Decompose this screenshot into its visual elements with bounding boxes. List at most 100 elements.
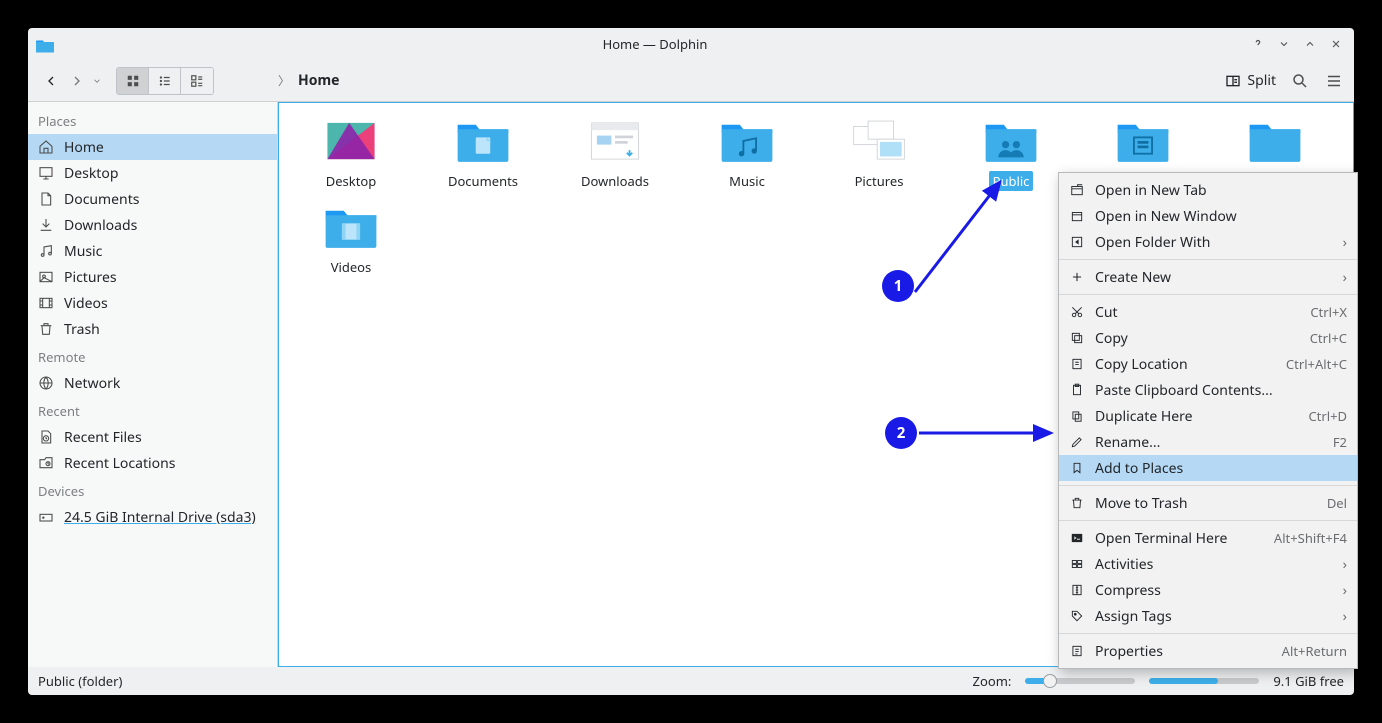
menu-item-compress[interactable]: Compress › — [1059, 577, 1357, 603]
folder-icon — [1246, 117, 1304, 165]
menu-item-open-folder-with[interactable]: Open Folder With› — [1059, 229, 1357, 255]
icon-view-button[interactable] — [117, 68, 149, 94]
menu-shortcut: F2 — [1333, 433, 1347, 451]
sidebar-item-recent-locations[interactable]: Recent Locations — [28, 450, 277, 476]
menu-item-open-in-new-tab[interactable]: Open in New Tab — [1059, 177, 1357, 203]
compact-view-button[interactable] — [149, 68, 181, 94]
sidebar-item-network[interactable]: Network — [28, 370, 277, 396]
desktop-icon — [38, 165, 54, 181]
folder-icon — [982, 117, 1040, 165]
compress-icon — [1069, 582, 1085, 598]
annotation-arrow-1 — [905, 172, 1015, 302]
folder-icon — [1114, 117, 1172, 165]
home-icon — [38, 139, 54, 155]
newtab-icon — [1069, 182, 1085, 198]
nav-buttons — [38, 68, 104, 94]
annotation-badge-1: 1 — [882, 270, 914, 302]
file-label: Pictures — [851, 171, 908, 191]
cut-icon — [1069, 304, 1085, 320]
sidebar-item-pictures[interactable]: Pictures — [28, 264, 277, 290]
annotation-arrow-2 — [917, 424, 1057, 442]
devices-header: Devices — [28, 476, 277, 504]
menu-item-move-to-trash[interactable]: Move to TrashDel — [1059, 490, 1357, 516]
file-label: Music — [725, 171, 769, 191]
chevron-right-icon: › — [1343, 581, 1347, 600]
sidebar-item-recent-files[interactable]: Recent Files — [28, 424, 277, 450]
copy-icon — [1069, 330, 1085, 346]
maximize-button[interactable] — [1300, 34, 1320, 54]
menu-separator — [1059, 259, 1357, 260]
menu-separator — [1059, 520, 1357, 521]
sidebar-item-desktop[interactable]: Desktop — [28, 160, 277, 186]
sidebar-item-documents[interactable]: Documents — [28, 186, 277, 212]
menu-button[interactable] — [1324, 71, 1344, 91]
drive-icon — [38, 509, 54, 525]
menu-item-label: Paste Clipboard Contents... — [1095, 381, 1273, 400]
menu-item-paste-clipboard-contents[interactable]: Paste Clipboard Contents... — [1059, 377, 1357, 403]
sidebar-item-videos[interactable]: Videos — [28, 290, 277, 316]
menu-item-copy[interactable]: CopyCtrl+C — [1059, 325, 1357, 351]
close-button[interactable] — [1326, 34, 1346, 54]
menu-item-activities[interactable]: Activities› — [1059, 551, 1357, 577]
window-title: Home — Dolphin — [62, 35, 1248, 53]
sidebar-item-downloads[interactable]: Downloads — [28, 212, 277, 238]
folder-icon — [454, 117, 512, 165]
file-item-documents[interactable]: Documents — [421, 117, 545, 191]
sidebar-item-trash[interactable]: Trash — [28, 316, 277, 342]
file-item-downloads[interactable]: Downloads — [553, 117, 677, 191]
nav-dropdown[interactable] — [90, 68, 104, 94]
download-icon — [38, 217, 54, 233]
music-icon — [38, 243, 54, 259]
file-label: Downloads — [577, 171, 653, 191]
split-label: Split — [1247, 71, 1276, 90]
app-icon — [36, 37, 54, 51]
folder-icon — [850, 117, 908, 165]
menu-item-create-new[interactable]: Create New› — [1059, 264, 1357, 290]
file-item-videos[interactable]: Videos — [289, 203, 413, 277]
menu-item-open-in-new-window[interactable]: Open in New Window — [1059, 203, 1357, 229]
menu-item-rename[interactable]: Rename...F2 — [1059, 429, 1357, 455]
menu-item-label: Activities — [1095, 555, 1153, 574]
video-icon — [38, 295, 54, 311]
minimize-button[interactable] — [1274, 34, 1294, 54]
toolbar: 〉 Home Split — [28, 60, 1354, 102]
window-controls — [1248, 34, 1346, 54]
sidebar-item-drive[interactable]: 24.5 GiB Internal Drive (sda3) — [28, 504, 277, 530]
menu-item-label: Move to Trash — [1095, 494, 1188, 513]
menu-item-add-to-places[interactable]: Add to Places — [1059, 455, 1357, 481]
file-item-desktop[interactable]: Desktop — [289, 117, 413, 191]
menu-item-label: Open Folder With — [1095, 233, 1210, 252]
menu-item-cut[interactable]: CutCtrl+X — [1059, 299, 1357, 325]
sidebar-item-music[interactable]: Music — [28, 238, 277, 264]
forward-button[interactable] — [64, 68, 90, 94]
toolbar-right: Split — [1225, 71, 1344, 91]
titlebar: Home — Dolphin — [28, 28, 1354, 60]
menu-shortcut: Ctrl+X — [1310, 303, 1347, 321]
search-button[interactable] — [1290, 71, 1310, 91]
sidebar: Places Home Desktop Documents Downloads … — [28, 102, 278, 667]
back-button[interactable] — [38, 68, 64, 94]
chevron-right-icon: › — [1343, 607, 1347, 626]
split-button[interactable]: Split — [1225, 71, 1276, 90]
bookmark-icon — [1069, 460, 1085, 476]
menu-item-open-terminal-here[interactable]: Open Terminal HereAlt+Shift+F4 — [1059, 525, 1357, 551]
menu-item-label: Compress — [1095, 581, 1161, 600]
zoom-slider[interactable] — [1025, 678, 1135, 684]
menu-item-assign-tags[interactable]: Assign Tags› — [1059, 603, 1357, 629]
menu-item-duplicate-here[interactable]: Duplicate HereCtrl+D — [1059, 403, 1357, 429]
menu-item-properties[interactable]: PropertiesAlt+Return — [1059, 638, 1357, 664]
menu-item-label: Open in New Tab — [1095, 181, 1207, 200]
file-item-music[interactable]: Music — [685, 117, 809, 191]
menu-shortcut: Ctrl+Alt+C — [1286, 355, 1347, 373]
breadcrumb-current[interactable]: Home — [298, 71, 339, 90]
menu-item-copy-location[interactable]: Copy LocationCtrl+Alt+C — [1059, 351, 1357, 377]
properties-icon — [1069, 643, 1085, 659]
details-view-button[interactable] — [181, 68, 213, 94]
disk-usage-bar — [1149, 678, 1259, 684]
openwith-icon — [1069, 234, 1085, 250]
help-button[interactable] — [1248, 34, 1268, 54]
file-label: Desktop — [322, 171, 381, 191]
network-icon — [38, 375, 54, 391]
sidebar-item-home[interactable]: Home — [28, 134, 277, 160]
trash-icon — [1069, 495, 1085, 511]
